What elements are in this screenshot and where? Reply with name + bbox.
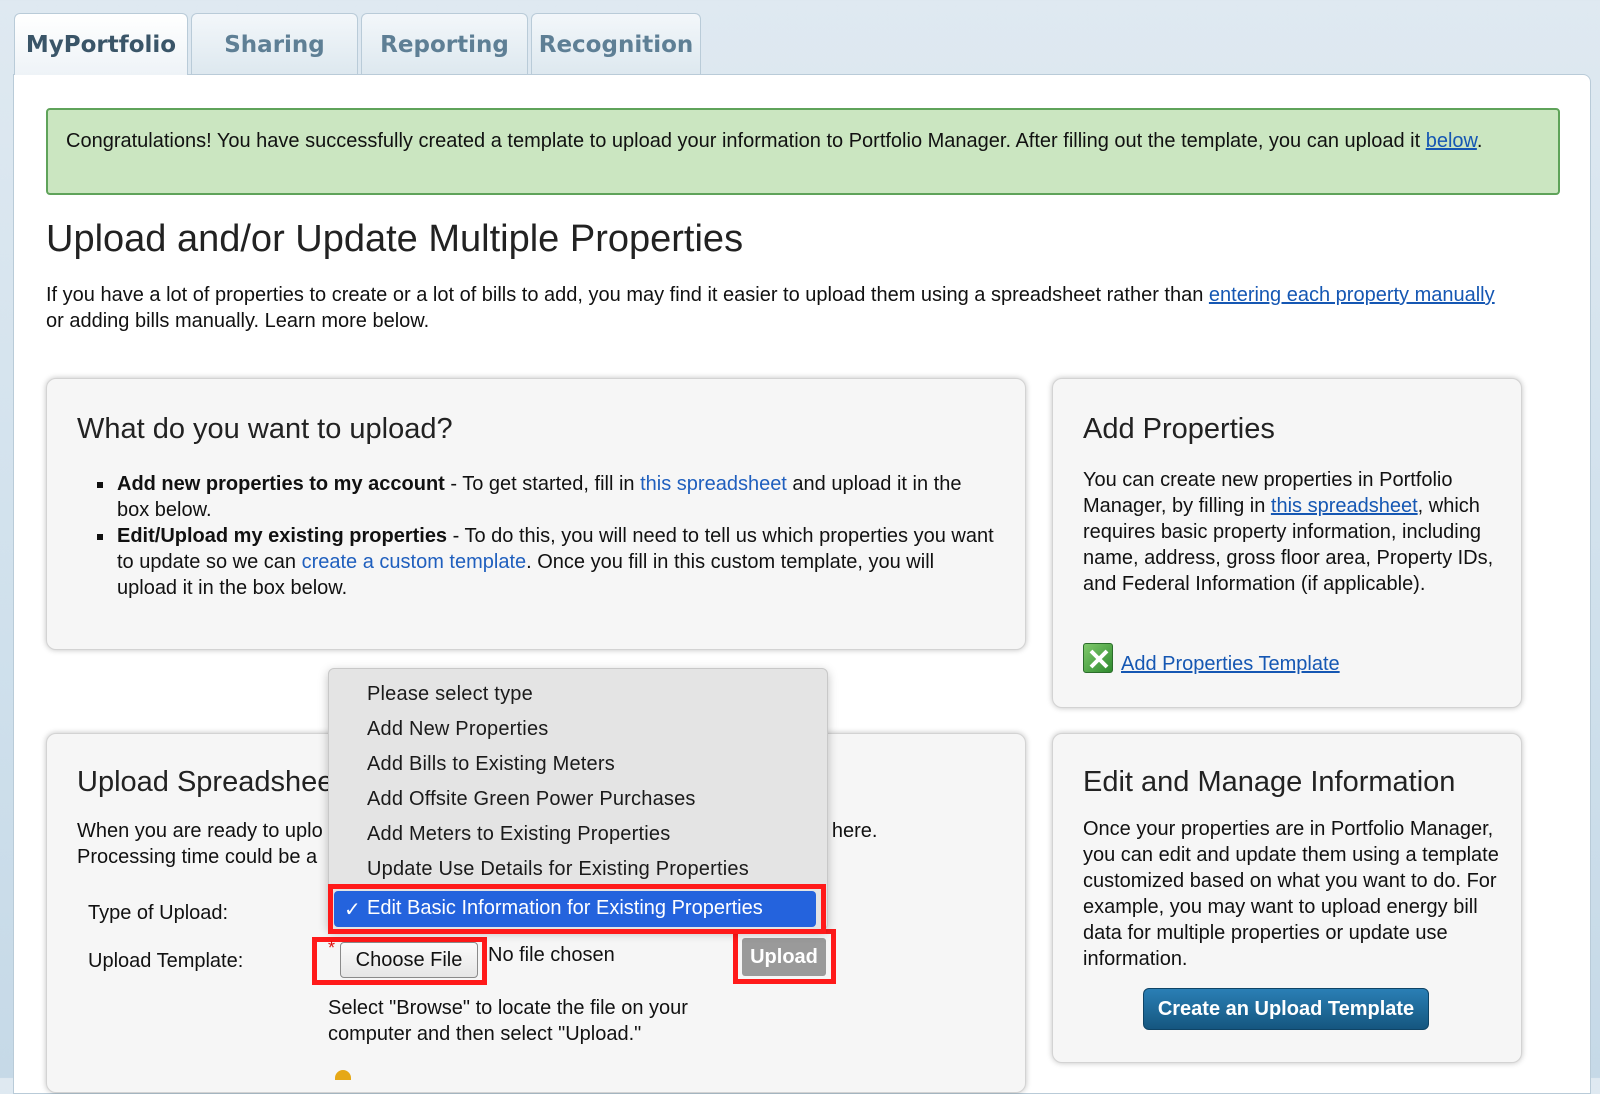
dropdown-option-add-bills[interactable]: Add Bills to Existing Meters: [367, 753, 615, 776]
add-properties-box: Add Properties You can create new proper…: [1052, 378, 1522, 708]
add-properties-template-link[interactable]: Add Properties Template: [1121, 653, 1340, 676]
what-to-upload-box: What do you want to upload? Add new prop…: [46, 378, 1026, 650]
dropdown-option-add-green-power[interactable]: Add Offsite Green Power Purchases: [367, 788, 696, 811]
success-message: Congratulations! You have successfully c…: [46, 108, 1560, 195]
warning-icon: [335, 1070, 351, 1080]
below-link[interactable]: below: [1426, 130, 1477, 152]
upload-desc-line2: Processing time could be a: [77, 846, 318, 868]
upload-template-label: Upload Template:: [88, 950, 244, 972]
excel-icon: [1083, 643, 1113, 673]
no-file-chosen-text: No file chosen: [488, 944, 615, 966]
list-item-text: - To get started, fill in: [444, 473, 641, 495]
required-marker: *: [328, 938, 336, 958]
edit-existing-properties-label: Edit/Upload my existing properties: [117, 525, 448, 547]
intro-text-part1: If you have a lot of properties to creat…: [46, 284, 1209, 306]
upload-spreadsheet-title: Upload Spreadshee: [77, 766, 334, 798]
type-select-highlight: [328, 884, 826, 934]
dropdown-option-add-meters[interactable]: Add Meters to Existing Properties: [367, 823, 670, 846]
type-of-upload-label: Type of Upload:: [88, 902, 229, 924]
success-text: Congratulations! You have successfully c…: [66, 130, 1426, 152]
dropdown-option-add-new-properties[interactable]: Add New Properties: [367, 718, 548, 741]
list-item: Add new properties to my account - To ge…: [97, 471, 997, 523]
what-to-upload-title: What do you want to upload?: [77, 413, 453, 445]
success-end: .: [1476, 130, 1483, 152]
dropdown-option-please-select[interactable]: Please select type: [367, 683, 533, 706]
intro-text-part2: or adding bills manually. Learn more bel…: [46, 310, 430, 332]
add-properties-text: You can create new properties in Portfol…: [1083, 467, 1503, 597]
this-spreadsheet-link-2[interactable]: this spreadsheet: [1271, 495, 1418, 517]
dropdown-option-update-use-details[interactable]: Update Use Details for Existing Properti…: [367, 858, 749, 880]
choose-file-button[interactable]: Choose File: [340, 942, 478, 978]
edit-manage-text: Once your properties are in Portfolio Ma…: [1083, 818, 1499, 970]
tab-recognition[interactable]: Recognition: [531, 13, 701, 75]
upload-options-list: Add new properties to my account - To ge…: [97, 471, 997, 601]
edit-manage-title: Edit and Manage Information: [1083, 766, 1456, 798]
add-properties-title: Add Properties: [1083, 413, 1275, 445]
intro-text: If you have a lot of properties to creat…: [46, 282, 1516, 334]
tab-reporting[interactable]: Reporting: [361, 13, 528, 75]
add-new-properties-label: Add new properties to my account: [117, 473, 445, 495]
create-custom-template-link[interactable]: create a custom template: [302, 551, 527, 573]
browse-hint: Select "Browse" to locate the file on yo…: [328, 997, 688, 1045]
upload-desc-part1: When you are ready to uplo: [77, 820, 323, 842]
this-spreadsheet-link[interactable]: this spreadsheet: [640, 473, 787, 495]
create-upload-template-button[interactable]: Create an Upload Template: [1143, 988, 1429, 1030]
upload-button[interactable]: Upload: [742, 938, 826, 976]
tab-sharing[interactable]: Sharing: [191, 13, 358, 75]
list-item: Edit/Upload my existing properties - To …: [97, 523, 997, 601]
entering-each-property-link[interactable]: entering each property manually: [1209, 284, 1495, 306]
tab-myportfolio[interactable]: MyPortfolio: [14, 13, 188, 75]
page-title: Upload and/or Update Multiple Properties: [46, 218, 744, 260]
